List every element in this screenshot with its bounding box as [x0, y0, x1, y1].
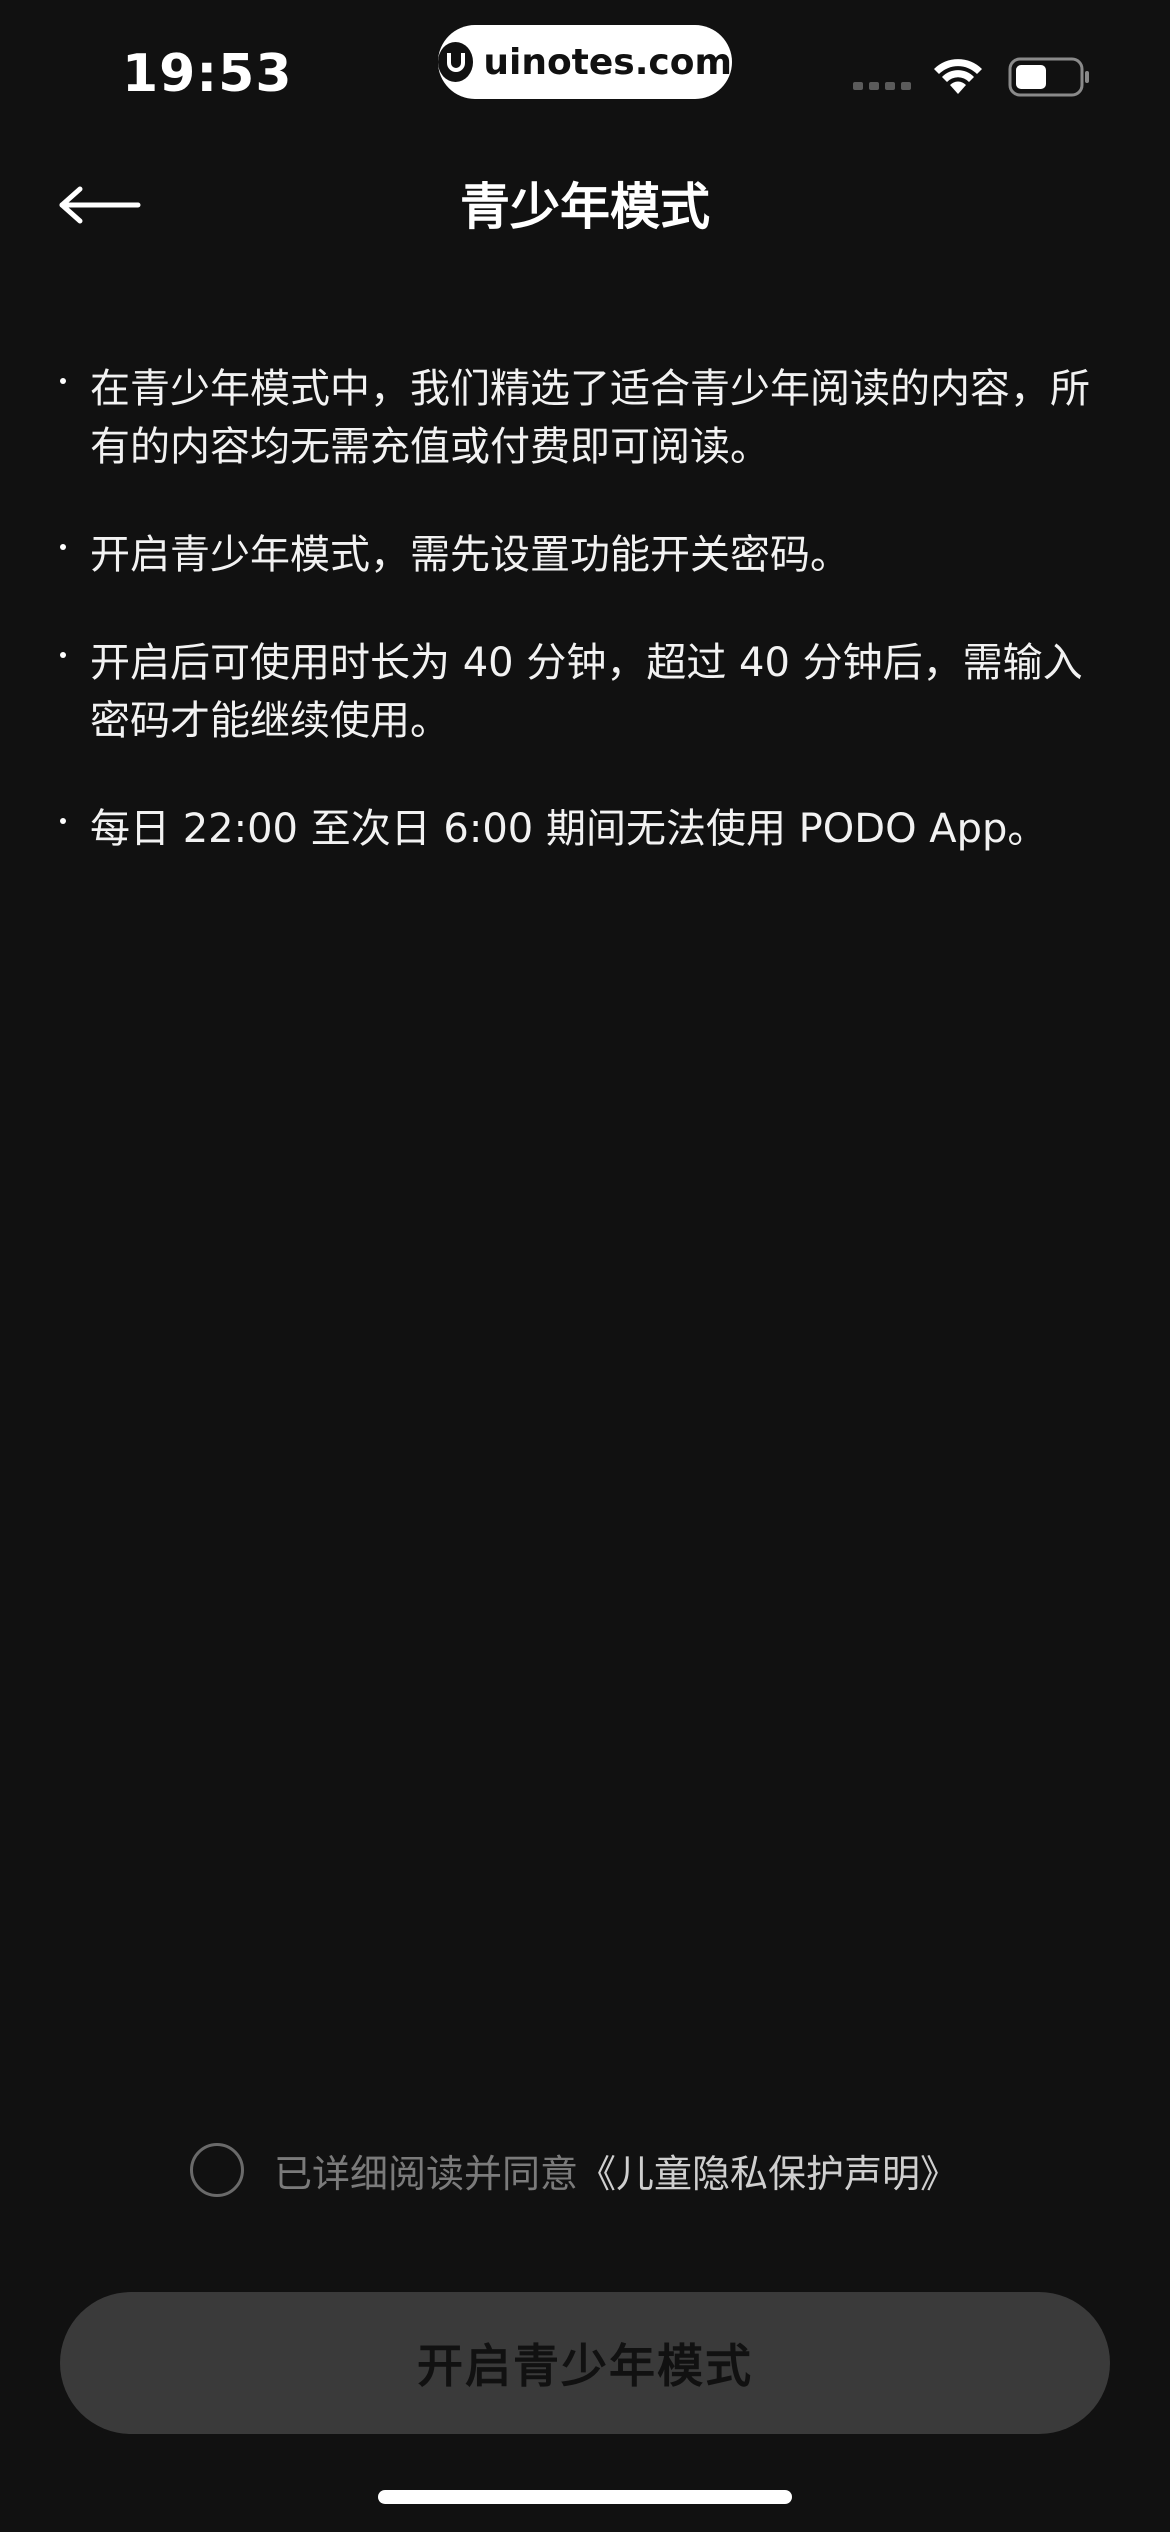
- bullet-dot-icon: [60, 818, 66, 824]
- list-item-text: 在青少年模式中，我们精选了适合青少年阅读的内容，所有的内容均无需充值或付费即可阅…: [90, 366, 1090, 470]
- page-title: 青少年模式: [460, 178, 710, 236]
- privacy-policy-link[interactable]: 《儿童隐私保护声明》: [578, 2143, 958, 2198]
- list-item: 在青少年模式中，我们精选了适合青少年阅读的内容，所有的内容均无需充值或付费即可阅…: [58, 360, 1118, 476]
- list-item: 开启后可使用时长为 40 分钟，超过 40 分钟后，需输入密码才能继续使用。: [58, 634, 1118, 750]
- watermark-text: uinotes.com: [483, 41, 732, 83]
- bullet-dot-icon: [60, 652, 66, 658]
- list-item-text: 开启后可使用时长为 40 分钟，超过 40 分钟后，需输入密码才能继续使用。: [90, 640, 1083, 744]
- agreement-text: 已详细阅读并同意: [274, 2151, 579, 2196]
- bullet-dot-icon: [60, 544, 66, 550]
- battery-icon: [1008, 56, 1092, 102]
- list-item: 开启青少年模式，需先设置功能开关密码。: [58, 526, 1118, 584]
- agreement-row: 已详细阅读并同意 《儿童隐私保护声明》: [190, 2140, 958, 2200]
- list-item-text: 每日 22:00 至次日 6:00 期间无法使用 PODO App。: [90, 806, 1048, 852]
- cellular-signal-icon: [853, 82, 911, 90]
- wifi-icon: [932, 56, 984, 100]
- home-indicator[interactable]: [378, 2490, 792, 2504]
- list-item-text: 开启青少年模式，需先设置功能开关密码。: [90, 532, 850, 578]
- status-bar: 19:53 uinotes.com: [0, 0, 1170, 150]
- watermark-badge: uinotes.com: [438, 25, 732, 99]
- status-time: 19:53: [122, 44, 293, 104]
- bullet-dot-icon: [60, 378, 66, 384]
- watermark-logo-icon: [438, 42, 474, 82]
- enable-youth-mode-button[interactable]: 开启青少年模式: [60, 2292, 1110, 2434]
- agreement-checkbox[interactable]: [190, 2143, 244, 2197]
- list-item: 每日 22:00 至次日 6:00 期间无法使用 PODO App。: [58, 800, 1118, 858]
- info-list: 在青少年模式中，我们精选了适合青少年阅读的内容，所有的内容均无需充值或付费即可阅…: [58, 360, 1118, 908]
